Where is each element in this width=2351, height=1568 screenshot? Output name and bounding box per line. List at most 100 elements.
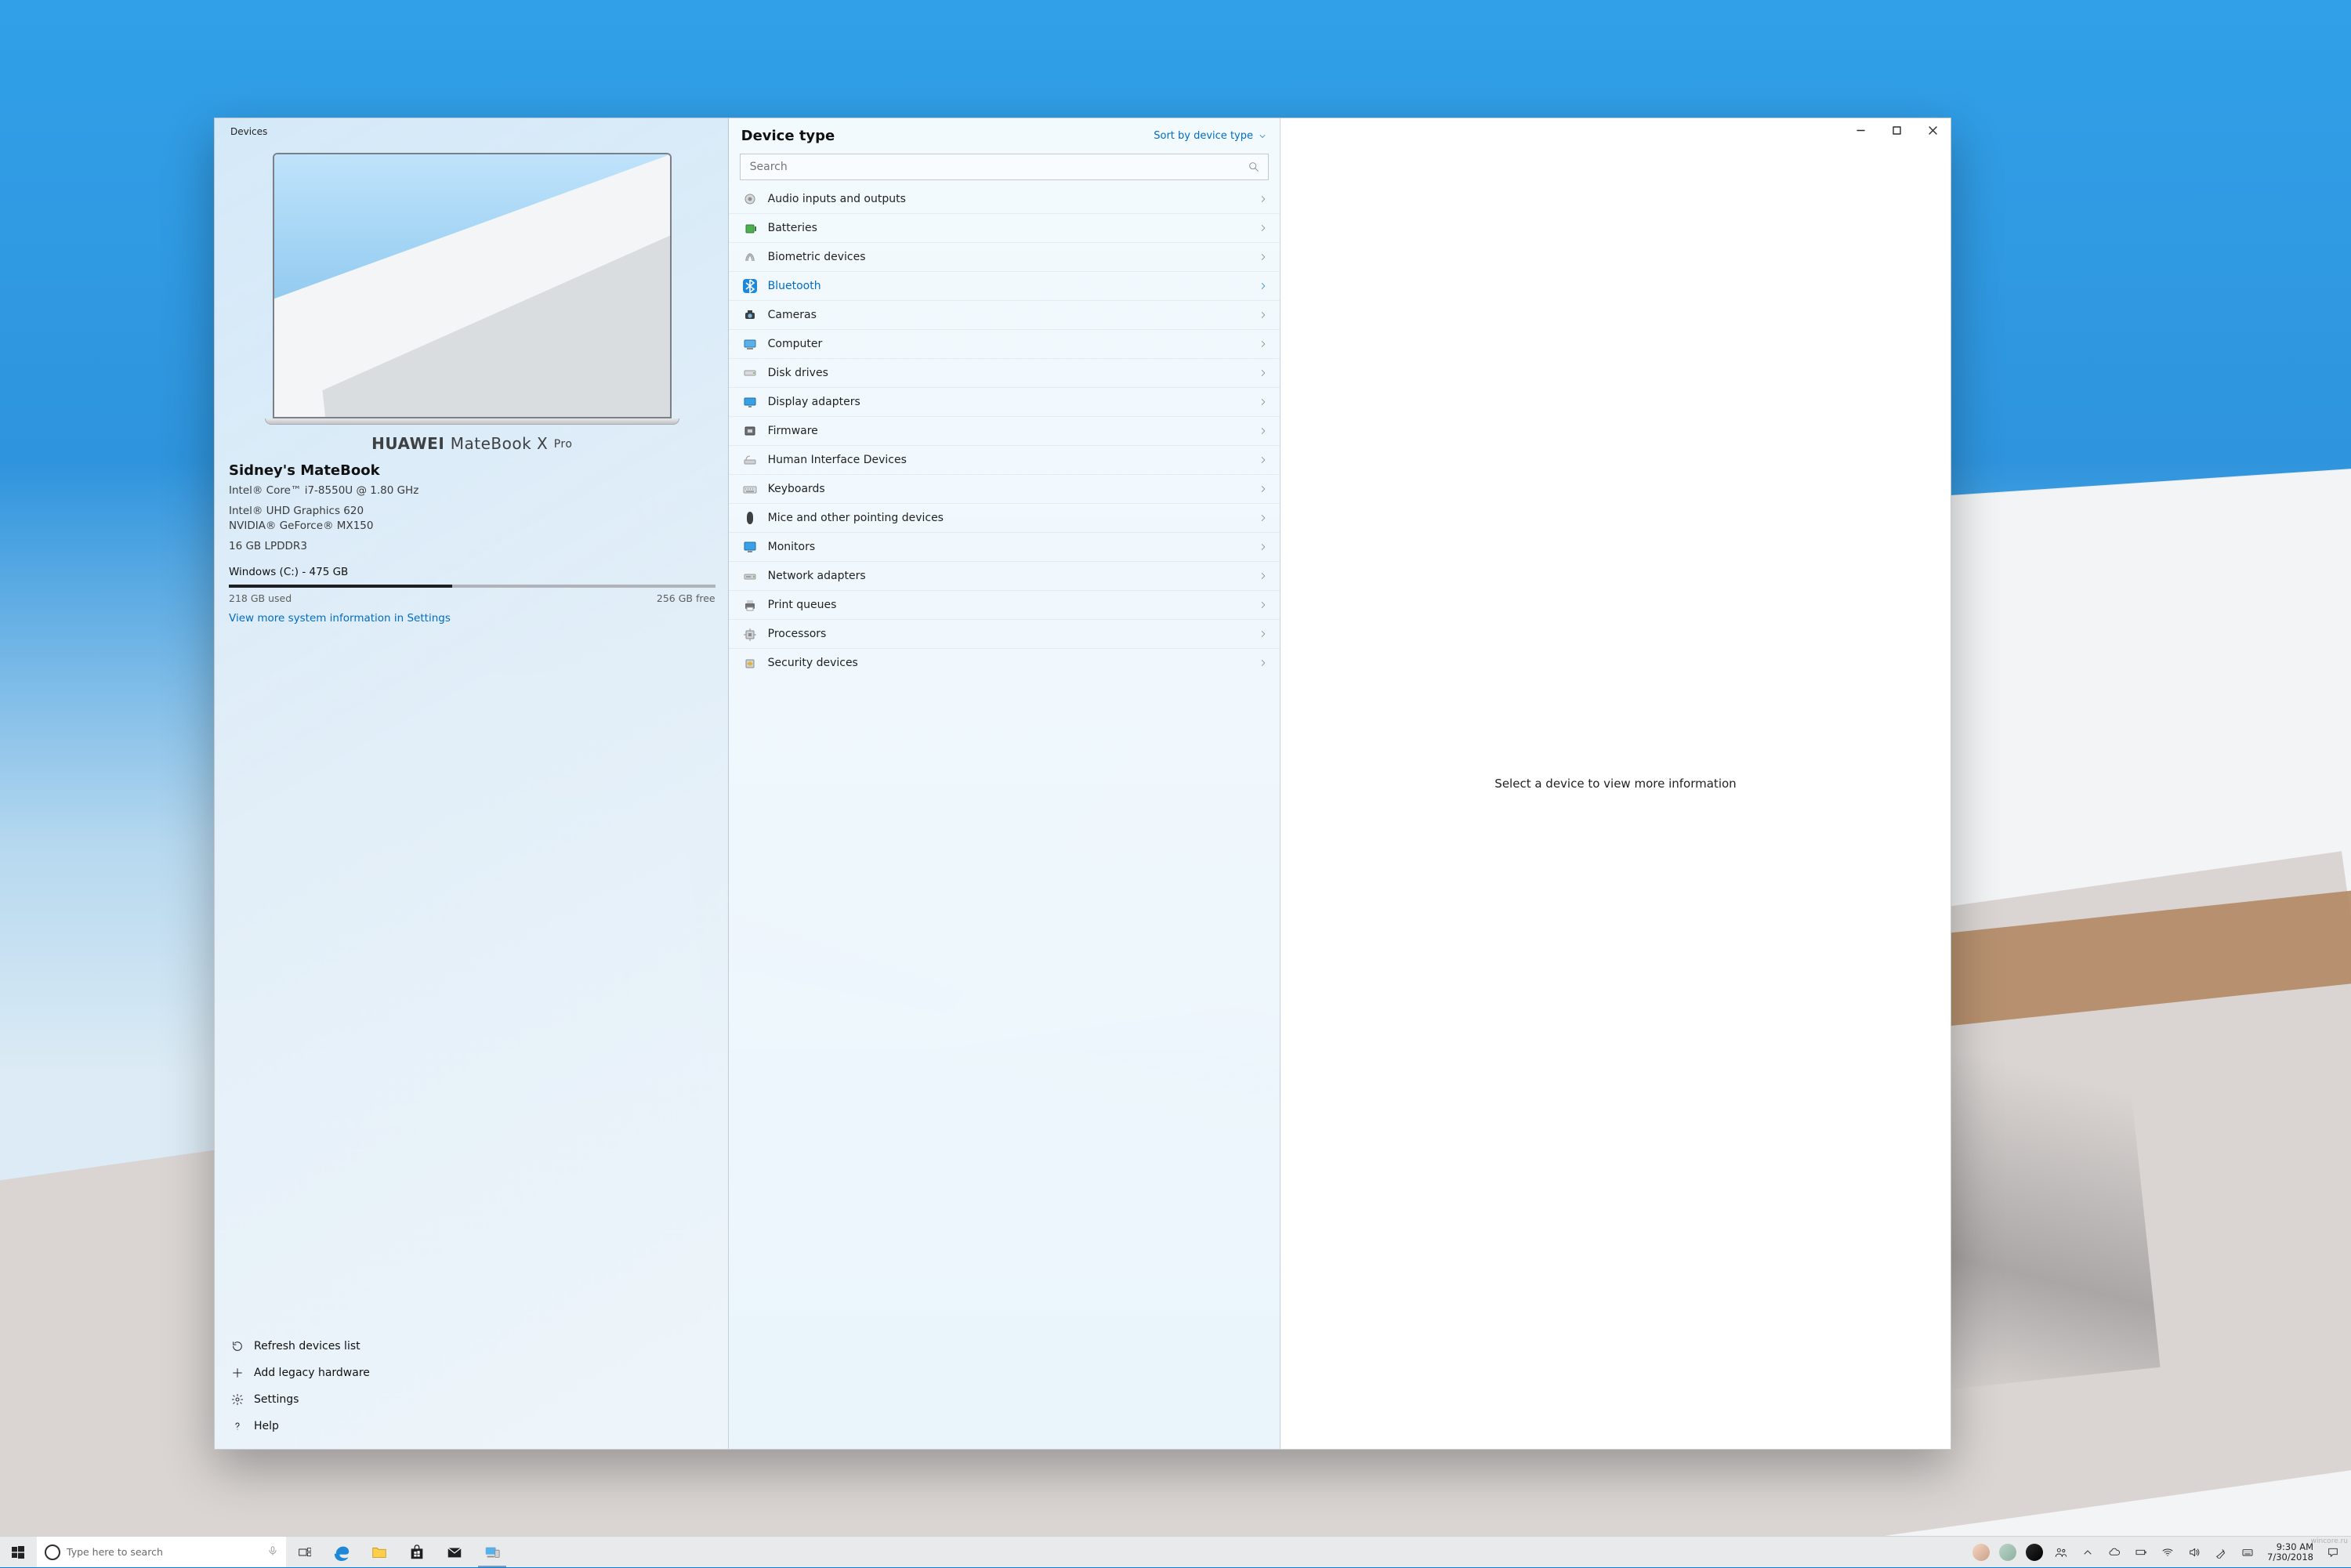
firmware-icon [741, 424, 759, 438]
chevron-right-icon [1258, 397, 1269, 407]
people-button[interactable] [2048, 1537, 2074, 1568]
chevron-right-icon [1258, 599, 1269, 610]
volume-tray-icon[interactable] [2181, 1537, 2208, 1568]
taskbar-pinned-apps [323, 1537, 511, 1567]
microphone-icon[interactable] [267, 1545, 278, 1559]
search-icon [1248, 161, 1260, 173]
taskbar-app-file-explorer[interactable] [360, 1537, 398, 1567]
category-row-firmware[interactable]: Firmware [729, 416, 1280, 445]
category-label: Processors [768, 628, 1248, 640]
mail-icon [446, 1544, 463, 1561]
category-row-computer[interactable]: Computer [729, 329, 1280, 358]
plus-icon [230, 1366, 245, 1380]
input-indicator-tray-icon[interactable] [2234, 1537, 2261, 1568]
disk-icon [741, 366, 759, 380]
more-system-info-link[interactable]: View more system information in Settings [229, 612, 715, 625]
keyboard-icon [2241, 1546, 2254, 1559]
device-name: Sidney's MateBook [229, 462, 715, 479]
search-input[interactable] [748, 160, 1248, 174]
category-row-monitors[interactable]: Monitors [729, 532, 1280, 561]
refresh-icon [230, 1339, 245, 1353]
taskbar-app-store[interactable] [398, 1537, 436, 1567]
category-label: Biometric devices [768, 251, 1248, 263]
sort-dropdown[interactable]: Sort by device type [1154, 130, 1267, 142]
chevron-right-icon [1258, 252, 1269, 263]
onedrive-tray-icon[interactable] [2101, 1537, 2128, 1568]
category-row-network[interactable]: Network adapters [729, 561, 1280, 590]
processors-icon [741, 627, 759, 641]
drive-usage-bar [229, 585, 715, 588]
category-label: Batteries [768, 222, 1248, 234]
add-legacy-hardware-button[interactable]: Add legacy hardware [229, 1360, 715, 1386]
category-row-batteries[interactable]: Batteries [729, 213, 1280, 242]
taskbar-search-hint: Type here to search [67, 1546, 261, 1558]
help-icon [230, 1419, 245, 1433]
device-category-list: Audio inputs and outputs Batteries Biometr… [729, 185, 1280, 1449]
category-row-biometric[interactable]: Biometric devices [729, 242, 1280, 271]
system-info-pane: Devices HUAWEI MateBook X Pro Sidney's M… [215, 118, 729, 1449]
category-row-disk[interactable]: Disk drives [729, 358, 1280, 387]
clock-time: 9:30 AM [2277, 1542, 2313, 1552]
category-label: Display adapters [768, 396, 1248, 408]
drive-label: Windows (C:) - 475 GB [229, 566, 715, 578]
task-view-button[interactable] [287, 1537, 323, 1567]
speaker-icon [2188, 1546, 2201, 1559]
category-label: Audio inputs and outputs [768, 193, 1248, 205]
settings-button[interactable]: Settings [229, 1386, 715, 1413]
device-type-pane: Device type Sort by device type Audio in… [729, 118, 1281, 1449]
taskbar-app-edge[interactable] [323, 1537, 360, 1567]
category-row-audio[interactable]: Audio inputs and outputs [729, 185, 1280, 213]
close-button[interactable] [1914, 118, 1951, 142]
tray-overflow-button[interactable] [2074, 1537, 2101, 1568]
device-image [273, 153, 672, 425]
network-icon [741, 569, 759, 583]
category-label: Human Interface Devices [768, 454, 1248, 466]
category-label: Keyboards [768, 483, 1248, 495]
clock-date: 7/30/2018 [2267, 1552, 2313, 1563]
category-row-bluetooth[interactable]: Bluetooth [729, 271, 1280, 300]
minimize-button[interactable] [1842, 118, 1878, 142]
device-type-heading: Device type [741, 128, 835, 144]
window-title: Devices [230, 126, 715, 137]
windows-logo-icon [12, 1546, 24, 1559]
folder-icon [371, 1544, 388, 1561]
category-row-keyboards[interactable]: Keyboards [729, 474, 1280, 503]
taskbar-app-devices[interactable] [473, 1537, 511, 1567]
chevron-down-icon [1258, 132, 1267, 141]
chevron-right-icon [1258, 628, 1269, 639]
battery-icon [2135, 1546, 2147, 1559]
category-row-cameras[interactable]: Cameras [729, 300, 1280, 329]
category-row-print[interactable]: Print queues [729, 590, 1280, 619]
category-row-processors[interactable]: Processors [729, 619, 1280, 648]
people-avatar-1[interactable] [1968, 1537, 1994, 1568]
help-button[interactable]: Help [229, 1413, 715, 1439]
start-button[interactable] [0, 1537, 36, 1567]
people-avatar-2[interactable] [1994, 1537, 2021, 1568]
bluetooth-icon [741, 279, 759, 293]
computer-icon [741, 337, 759, 351]
mice-icon [741, 511, 759, 525]
taskbar-app-mail[interactable] [436, 1537, 473, 1567]
category-label: Disk drives [768, 367, 1248, 379]
search-field[interactable] [740, 154, 1269, 180]
category-row-mice[interactable]: Mice and other pointing devices [729, 503, 1280, 532]
gpu2-spec: NVIDIA® GeForce® MX150 [229, 519, 715, 534]
hid-icon [741, 453, 759, 467]
refresh-devices-button[interactable]: Refresh devices list [229, 1333, 715, 1360]
taskbar-search[interactable]: Type here to search [36, 1537, 287, 1567]
device-brand: HUAWEI MateBook X Pro [229, 434, 715, 453]
category-row-security[interactable]: Security devices [729, 648, 1280, 677]
category-label: Monitors [768, 541, 1248, 553]
people-avatar-3[interactable] [2021, 1537, 2048, 1568]
cortana-icon [45, 1544, 60, 1560]
wifi-tray-icon[interactable] [2154, 1537, 2181, 1568]
settings-label: Settings [254, 1393, 299, 1406]
ink-workspace-tray-icon[interactable] [2208, 1537, 2234, 1568]
chevron-right-icon [1258, 657, 1269, 668]
maximize-button[interactable] [1878, 118, 1914, 142]
category-row-hid[interactable]: Human Interface Devices [729, 445, 1280, 474]
gpu1-spec: Intel® UHD Graphics 620 [229, 504, 715, 520]
category-row-display[interactable]: Display adapters [729, 387, 1280, 416]
battery-tray-icon[interactable] [2128, 1537, 2154, 1568]
print-icon [741, 598, 759, 612]
